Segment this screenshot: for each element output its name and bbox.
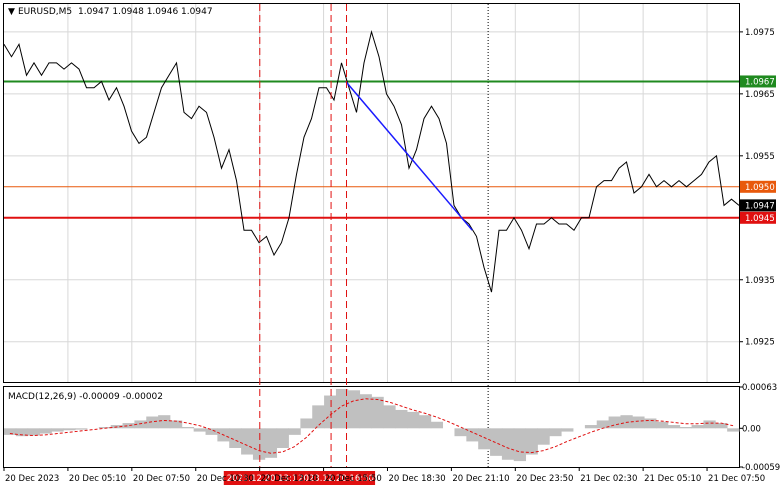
macd-bar	[584, 425, 598, 429]
macd-bar	[146, 416, 159, 429]
x-tick-label: 21 Dec 07:50	[708, 474, 765, 484]
x-tick-label: 20 Dec 13:10	[261, 474, 318, 484]
ohlc-label: 1.0947 1.0948 1.0946 1.0947	[78, 7, 213, 17]
level-price-tag-label: 1.0945	[745, 214, 775, 224]
macd-bar	[656, 421, 669, 429]
x-tick-label: 20 Dec 23:50	[516, 474, 573, 484]
macd-bar	[632, 416, 645, 429]
current-price-tag-label: 1.0947	[745, 201, 775, 211]
macd-bar	[39, 428, 52, 434]
y-tick-label: 1.0925	[745, 338, 775, 348]
dropdown-arrow-icon[interactable]: ▼	[8, 7, 15, 17]
macd-bar	[418, 415, 432, 429]
macd-bar	[241, 428, 254, 455]
macd-bar	[501, 428, 515, 460]
price-layer	[3, 29, 740, 293]
symbol-label: EURUSD,M5	[18, 7, 72, 17]
macd-bar	[513, 428, 527, 462]
macd-bar	[158, 415, 171, 429]
y-axis: 1.0975 1.0965 1.0955 1.0945 1.0935 1.0925 0.00…	[739, 28, 780, 473]
x-tick-label: 20 Dec 18:30	[388, 474, 445, 484]
macd-bar	[608, 416, 621, 429]
macd-bar	[691, 425, 704, 429]
macd-bar	[537, 428, 550, 445]
macd-bar	[727, 428, 740, 432]
macd-bar	[478, 428, 491, 450]
x-tick-label: 20 Dec 15:50	[325, 474, 382, 484]
macd-y-tick-label: -0.00059	[742, 463, 780, 473]
chart-svg[interactable]: 2023.12.20 13:1 2023.12.20 16:50 1.09751.…	[0, 0, 781, 489]
y-tick-label: 1.0965	[745, 90, 775, 100]
price-line	[3, 29, 740, 293]
level-price-tag-label: 1.0967	[745, 77, 775, 87]
macd-bar	[407, 411, 420, 429]
x-tick-label: 20 Dec 05:10	[69, 474, 126, 484]
macd-bar	[454, 428, 467, 437]
macd-bar	[205, 428, 218, 435]
x-tick-label: 21 Dec 05:10	[644, 474, 701, 484]
macd-bar	[561, 428, 574, 432]
macd-label: MACD(12,26,9) -0.00009 -0.00002	[8, 392, 163, 402]
macd-bar	[525, 428, 538, 455]
x-tick-label: 20 Dec 2023	[5, 474, 59, 484]
x-tick-label: 20 Dec 10:30	[197, 474, 254, 484]
macd-bar	[395, 409, 408, 429]
macd-y-tick-label: 0.00	[742, 424, 761, 434]
macd-bar	[51, 428, 64, 432]
y-tick-label: 1.0935	[745, 276, 775, 286]
macd-bar	[300, 418, 313, 429]
y-tick-label: 1.0975	[745, 28, 775, 38]
macd-bar	[276, 428, 289, 448]
macd-bar	[703, 420, 716, 429]
macd-bar	[181, 427, 195, 429]
macd-bar	[27, 428, 40, 436]
macd-bar	[430, 421, 444, 429]
level-price-tag-label: 1.0950	[745, 183, 775, 193]
macd-bar	[667, 425, 681, 429]
macd-bar	[371, 396, 384, 429]
macd-bar	[644, 418, 657, 429]
macd-bar	[75, 428, 88, 430]
macd-y-tick-label: 0.00063	[742, 383, 777, 393]
macd-bar	[312, 405, 325, 429]
y-tick-label: 1.0955	[745, 152, 775, 162]
macd-bar	[383, 405, 396, 429]
macd-bar	[288, 428, 301, 435]
macd-bar	[63, 428, 76, 431]
macd-bar	[252, 428, 266, 460]
macd-bar	[549, 428, 562, 437]
macd-bar	[490, 428, 503, 456]
x-axis: 20 Dec 2023 20 Dec 05:10 20 Dec 07:50 20 De…	[3, 467, 765, 484]
macd-bar	[347, 390, 361, 429]
levels-layer	[4, 80, 739, 219]
macd-bar	[679, 427, 692, 429]
macd-bar	[193, 428, 206, 432]
x-tick-label: 20 Dec 07:50	[133, 474, 190, 484]
x-tick-label: 21 Dec 02:30	[580, 474, 637, 484]
x-tick-label: 20 Dec 21:10	[452, 474, 509, 484]
price-panel-frame	[3, 3, 740, 383]
